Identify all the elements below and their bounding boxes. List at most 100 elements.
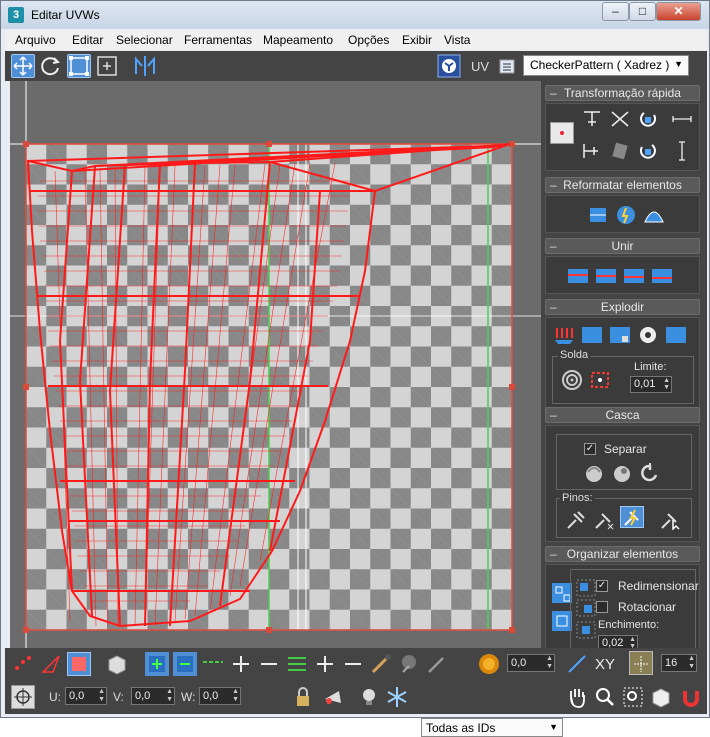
zoom-extents-icon[interactable] (649, 685, 673, 709)
stitch-average-icon[interactable] (622, 265, 646, 287)
spinner-arrows-icon[interactable]: ▲ ▼ (688, 655, 695, 671)
rotate-checkbox[interactable] (596, 601, 608, 613)
spacing-vertical-icon[interactable] (670, 140, 694, 162)
ring-shrink-icon[interactable] (341, 652, 365, 676)
stitch-custom-icon[interactable] (650, 265, 674, 287)
menu-vista[interactable]: Vista (444, 33, 470, 47)
zoom-icon[interactable] (593, 685, 617, 709)
grid-snap-icon[interactable] (629, 651, 653, 675)
align-diagonal-icon[interactable] (608, 108, 632, 130)
material-id-select[interactable]: Todas as IDs ▼ (421, 718, 563, 737)
light-icon[interactable] (357, 685, 381, 709)
paint-select-icon[interactable] (369, 652, 393, 676)
pan-icon[interactable] (565, 685, 589, 709)
explode-group-icon[interactable] (664, 324, 688, 346)
soft-select-icon[interactable] (477, 652, 501, 676)
loop-grow-icon[interactable] (229, 652, 253, 676)
texture-select[interactable]: CheckerPattern ( Xadrez ) ▼ (523, 55, 689, 76)
maximize-button[interactable]: □ (629, 2, 656, 21)
peel-mode-icon[interactable] (610, 462, 634, 484)
face-mode-icon[interactable] (67, 652, 91, 676)
uv-icon[interactable]: UV (471, 59, 489, 74)
straighten-selection-icon[interactable] (586, 204, 610, 226)
brush-shrink-icon[interactable] (425, 652, 449, 676)
checker-toggle-icon[interactable] (437, 54, 461, 78)
w-spinner[interactable]: 0,0 ▲ ▼ (199, 687, 241, 705)
spinner-arrows-icon[interactable]: ▲ ▼ (98, 688, 105, 704)
uv-mesh-overlay[interactable] (10, 81, 541, 648)
break-icon[interactable] (552, 324, 576, 346)
quick-peel-icon[interactable] (582, 462, 606, 484)
stitch-source-icon[interactable] (566, 265, 590, 287)
pivot-icon[interactable] (550, 122, 574, 144)
pin-icon[interactable] (564, 508, 588, 530)
spinner-arrows-icon[interactable]: ▲ ▼ (663, 377, 670, 391)
shrink-selection-icon[interactable] (173, 652, 197, 676)
unpin-icon[interactable] (592, 508, 616, 530)
spinner-arrows-icon[interactable]: ▲ ▼ (546, 655, 553, 671)
straighten-icon[interactable] (608, 140, 632, 162)
xy-label[interactable]: XY (595, 656, 615, 673)
uv-viewport[interactable] (10, 81, 541, 648)
spinner-arrows-icon[interactable]: ▲ ▼ (166, 688, 173, 704)
spinner-arrows-icon[interactable]: ▲ ▼ (629, 636, 636, 648)
menu-arquivo[interactable]: Arquivo (15, 33, 56, 47)
rotate-cw-icon[interactable] (636, 108, 660, 130)
reshape-title[interactable]: – Reformatar elementos (545, 177, 700, 193)
rotate-ccw-icon[interactable] (636, 140, 660, 162)
explode-title[interactable]: – Explodir (545, 299, 700, 315)
pack-padding-icon[interactable] (574, 619, 598, 641)
absolute-offset-icon[interactable] (11, 685, 35, 709)
stitch-title[interactable]: – Unir (545, 238, 700, 254)
rotate-icon[interactable] (39, 54, 63, 78)
lock-icon[interactable] (291, 685, 315, 709)
detach-checkbox[interactable]: ✓ (584, 443, 596, 455)
v-spinner[interactable]: 0,0 ▲ ▼ (131, 687, 175, 705)
zoom-region-icon[interactable] (621, 685, 645, 709)
auto-pin-icon[interactable] (620, 506, 644, 528)
falloff-icon[interactable] (565, 652, 589, 676)
align-horizontal-icon[interactable] (580, 108, 604, 130)
freeze-icon[interactable] (385, 685, 409, 709)
vertex-mode-icon[interactable] (11, 652, 35, 676)
scale-icon[interactable] (67, 54, 91, 78)
move-icon[interactable] (11, 54, 35, 78)
detach-face-icon[interactable] (608, 324, 632, 346)
close-button[interactable]: ✕ (656, 2, 701, 21)
ring-icon[interactable] (285, 652, 309, 676)
element-mode-icon[interactable] (105, 652, 129, 676)
spacing-horizontal-icon[interactable] (670, 108, 694, 130)
weld-selected-icon[interactable] (588, 369, 612, 391)
freeform-icon[interactable] (95, 54, 119, 78)
reset-peel-icon[interactable] (638, 462, 662, 484)
unfold-icon[interactable] (642, 204, 666, 226)
loop-icon[interactable] (201, 652, 225, 676)
minimize-button[interactable]: – (602, 2, 629, 21)
ring-grow-icon[interactable] (313, 652, 337, 676)
list-icon[interactable] (495, 54, 519, 78)
pack-custom-icon[interactable] (574, 597, 598, 619)
peel-title[interactable]: – Casca (545, 407, 700, 423)
padding-spinner[interactable]: 0,02 ▲ ▼ (598, 635, 638, 648)
snap-icon[interactable] (679, 685, 703, 709)
arrange-title[interactable]: – Organizar elementos (545, 546, 700, 562)
hide-icon[interactable] (321, 685, 345, 709)
align-vertical-icon[interactable] (580, 140, 604, 162)
brush-grow-icon[interactable] (397, 652, 421, 676)
weld-target-icon[interactable] (560, 369, 584, 391)
menu-opcoes[interactable]: Opções (348, 33, 389, 47)
menu-ferramentas[interactable]: Ferramentas (184, 33, 252, 47)
menu-selecionar[interactable]: Selecionar (116, 33, 173, 47)
flatten-icon[interactable] (636, 324, 660, 346)
limit-spinner[interactable]: 0,01 ▲ ▼ (630, 376, 672, 393)
menu-exibir[interactable]: Exibir (402, 33, 432, 47)
grow-selection-icon[interactable] (145, 652, 169, 676)
u-spinner[interactable]: 0,0 ▲ ▼ (65, 687, 107, 705)
rescale-checkbox[interactable]: ✓ (596, 580, 608, 592)
spinner-arrows-icon[interactable]: ▲ ▼ (232, 688, 239, 704)
pack-together-icon[interactable] (574, 577, 598, 599)
soft-select-spinner[interactable]: 0,0 ▲ ▼ (507, 654, 555, 672)
edge-mode-icon[interactable] (39, 652, 63, 676)
grid-size-spinner[interactable]: 16 ▲ ▼ (661, 654, 697, 672)
stitch-target-icon[interactable] (594, 265, 618, 287)
